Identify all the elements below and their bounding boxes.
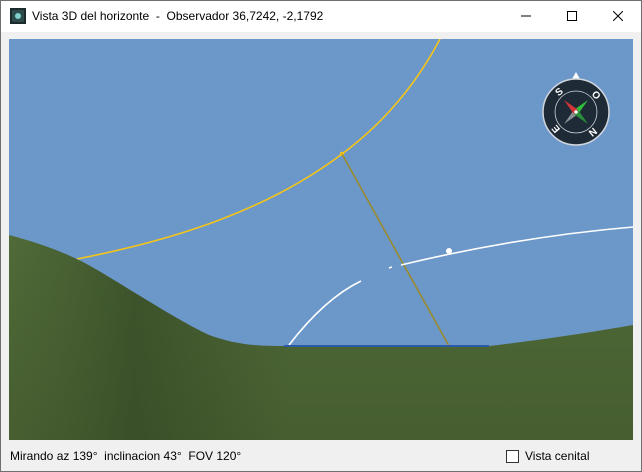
celestial-marker <box>446 248 452 254</box>
cenital-label: Vista cenital <box>525 449 590 463</box>
close-button[interactable] <box>595 1 641 31</box>
status-bar: Mirando az 139° inclinacion 43° FOV 120°… <box>1 441 641 471</box>
close-icon <box>613 11 623 21</box>
maximize-icon <box>567 11 577 21</box>
minimize-button[interactable] <box>503 1 549 31</box>
maximize-button[interactable] <box>549 1 595 31</box>
cenital-checkbox[interactable] <box>506 449 519 463</box>
cenital-view-toggle[interactable]: Vista cenital <box>506 449 589 463</box>
minimize-icon <box>521 15 531 17</box>
title-bar[interactable]: Vista 3D del horizonte - Observador 36,7… <box>1 1 641 32</box>
horizon-window: Vista 3D del horizonte - Observador 36,7… <box>0 0 642 472</box>
view-info-text: Mirando az 139° inclinacion 43° FOV 120° <box>10 449 242 463</box>
window-title: Vista 3D del horizonte - Observador 36,7… <box>32 9 324 23</box>
celestial-arc-dash <box>388 266 393 269</box>
horizon-3d-viewport[interactable]: S O N E <box>9 39 633 440</box>
app-icon <box>10 8 26 24</box>
